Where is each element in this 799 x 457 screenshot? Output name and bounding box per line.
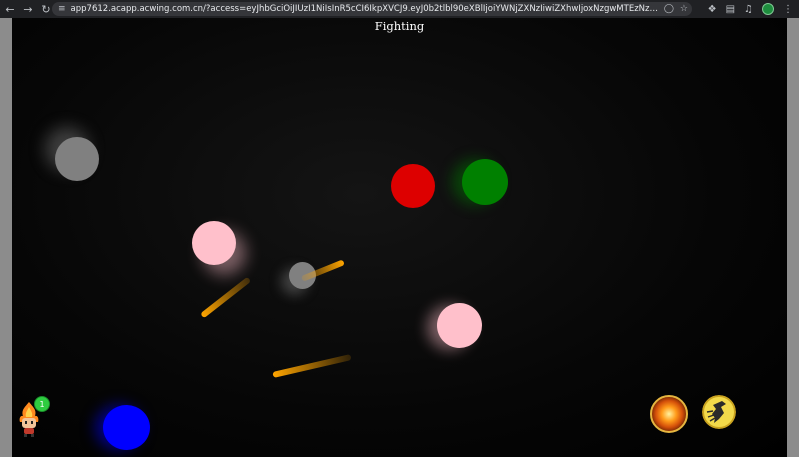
blink-skill-icon[interactable] — [702, 395, 736, 429]
red-player — [391, 164, 435, 208]
fireball-skill-icon[interactable] — [650, 395, 688, 433]
bookmark-star-icon[interactable]: ☆ — [680, 4, 688, 14]
gray-player-large — [55, 137, 99, 181]
left-margin — [0, 18, 12, 457]
pink-player-2 — [437, 303, 482, 348]
menu-dots-icon[interactable]: ⋮ — [783, 4, 793, 15]
player-badge: 1 — [34, 396, 50, 412]
address-bar[interactable]: ≡ app7612.acapp.acwing.com.cn/?access=ey… — [52, 2, 692, 16]
right-margin — [787, 18, 799, 457]
media-icon[interactable]: ♫ — [744, 4, 753, 15]
site-info-icon[interactable]: ≡ — [58, 4, 66, 14]
projectile-trail — [272, 354, 352, 378]
game-title: Fighting — [374, 19, 425, 33]
extensions-icon[interactable]: ❖ — [708, 4, 717, 15]
projectile-trail — [200, 276, 252, 319]
profile-avatar-icon[interactable] — [762, 3, 774, 15]
password-key-icon[interactable]: ◯ — [664, 4, 674, 14]
blue-player-self — [103, 405, 150, 450]
pink-player — [192, 221, 236, 265]
browser-toolbar: ← → ↻ ≡ app7612.acapp.acwing.com.cn/?acc… — [0, 0, 799, 18]
forward-arrow-icon[interactable]: → — [20, 1, 36, 17]
game-canvas[interactable]: Fighting 1 — [12, 18, 787, 457]
green-player — [462, 159, 508, 205]
back-arrow-icon[interactable]: ← — [2, 1, 18, 17]
sidebar-icon[interactable]: ▤ — [726, 4, 735, 15]
url-text[interactable]: app7612.acapp.acwing.com.cn/?access=eyJh… — [71, 4, 661, 14]
